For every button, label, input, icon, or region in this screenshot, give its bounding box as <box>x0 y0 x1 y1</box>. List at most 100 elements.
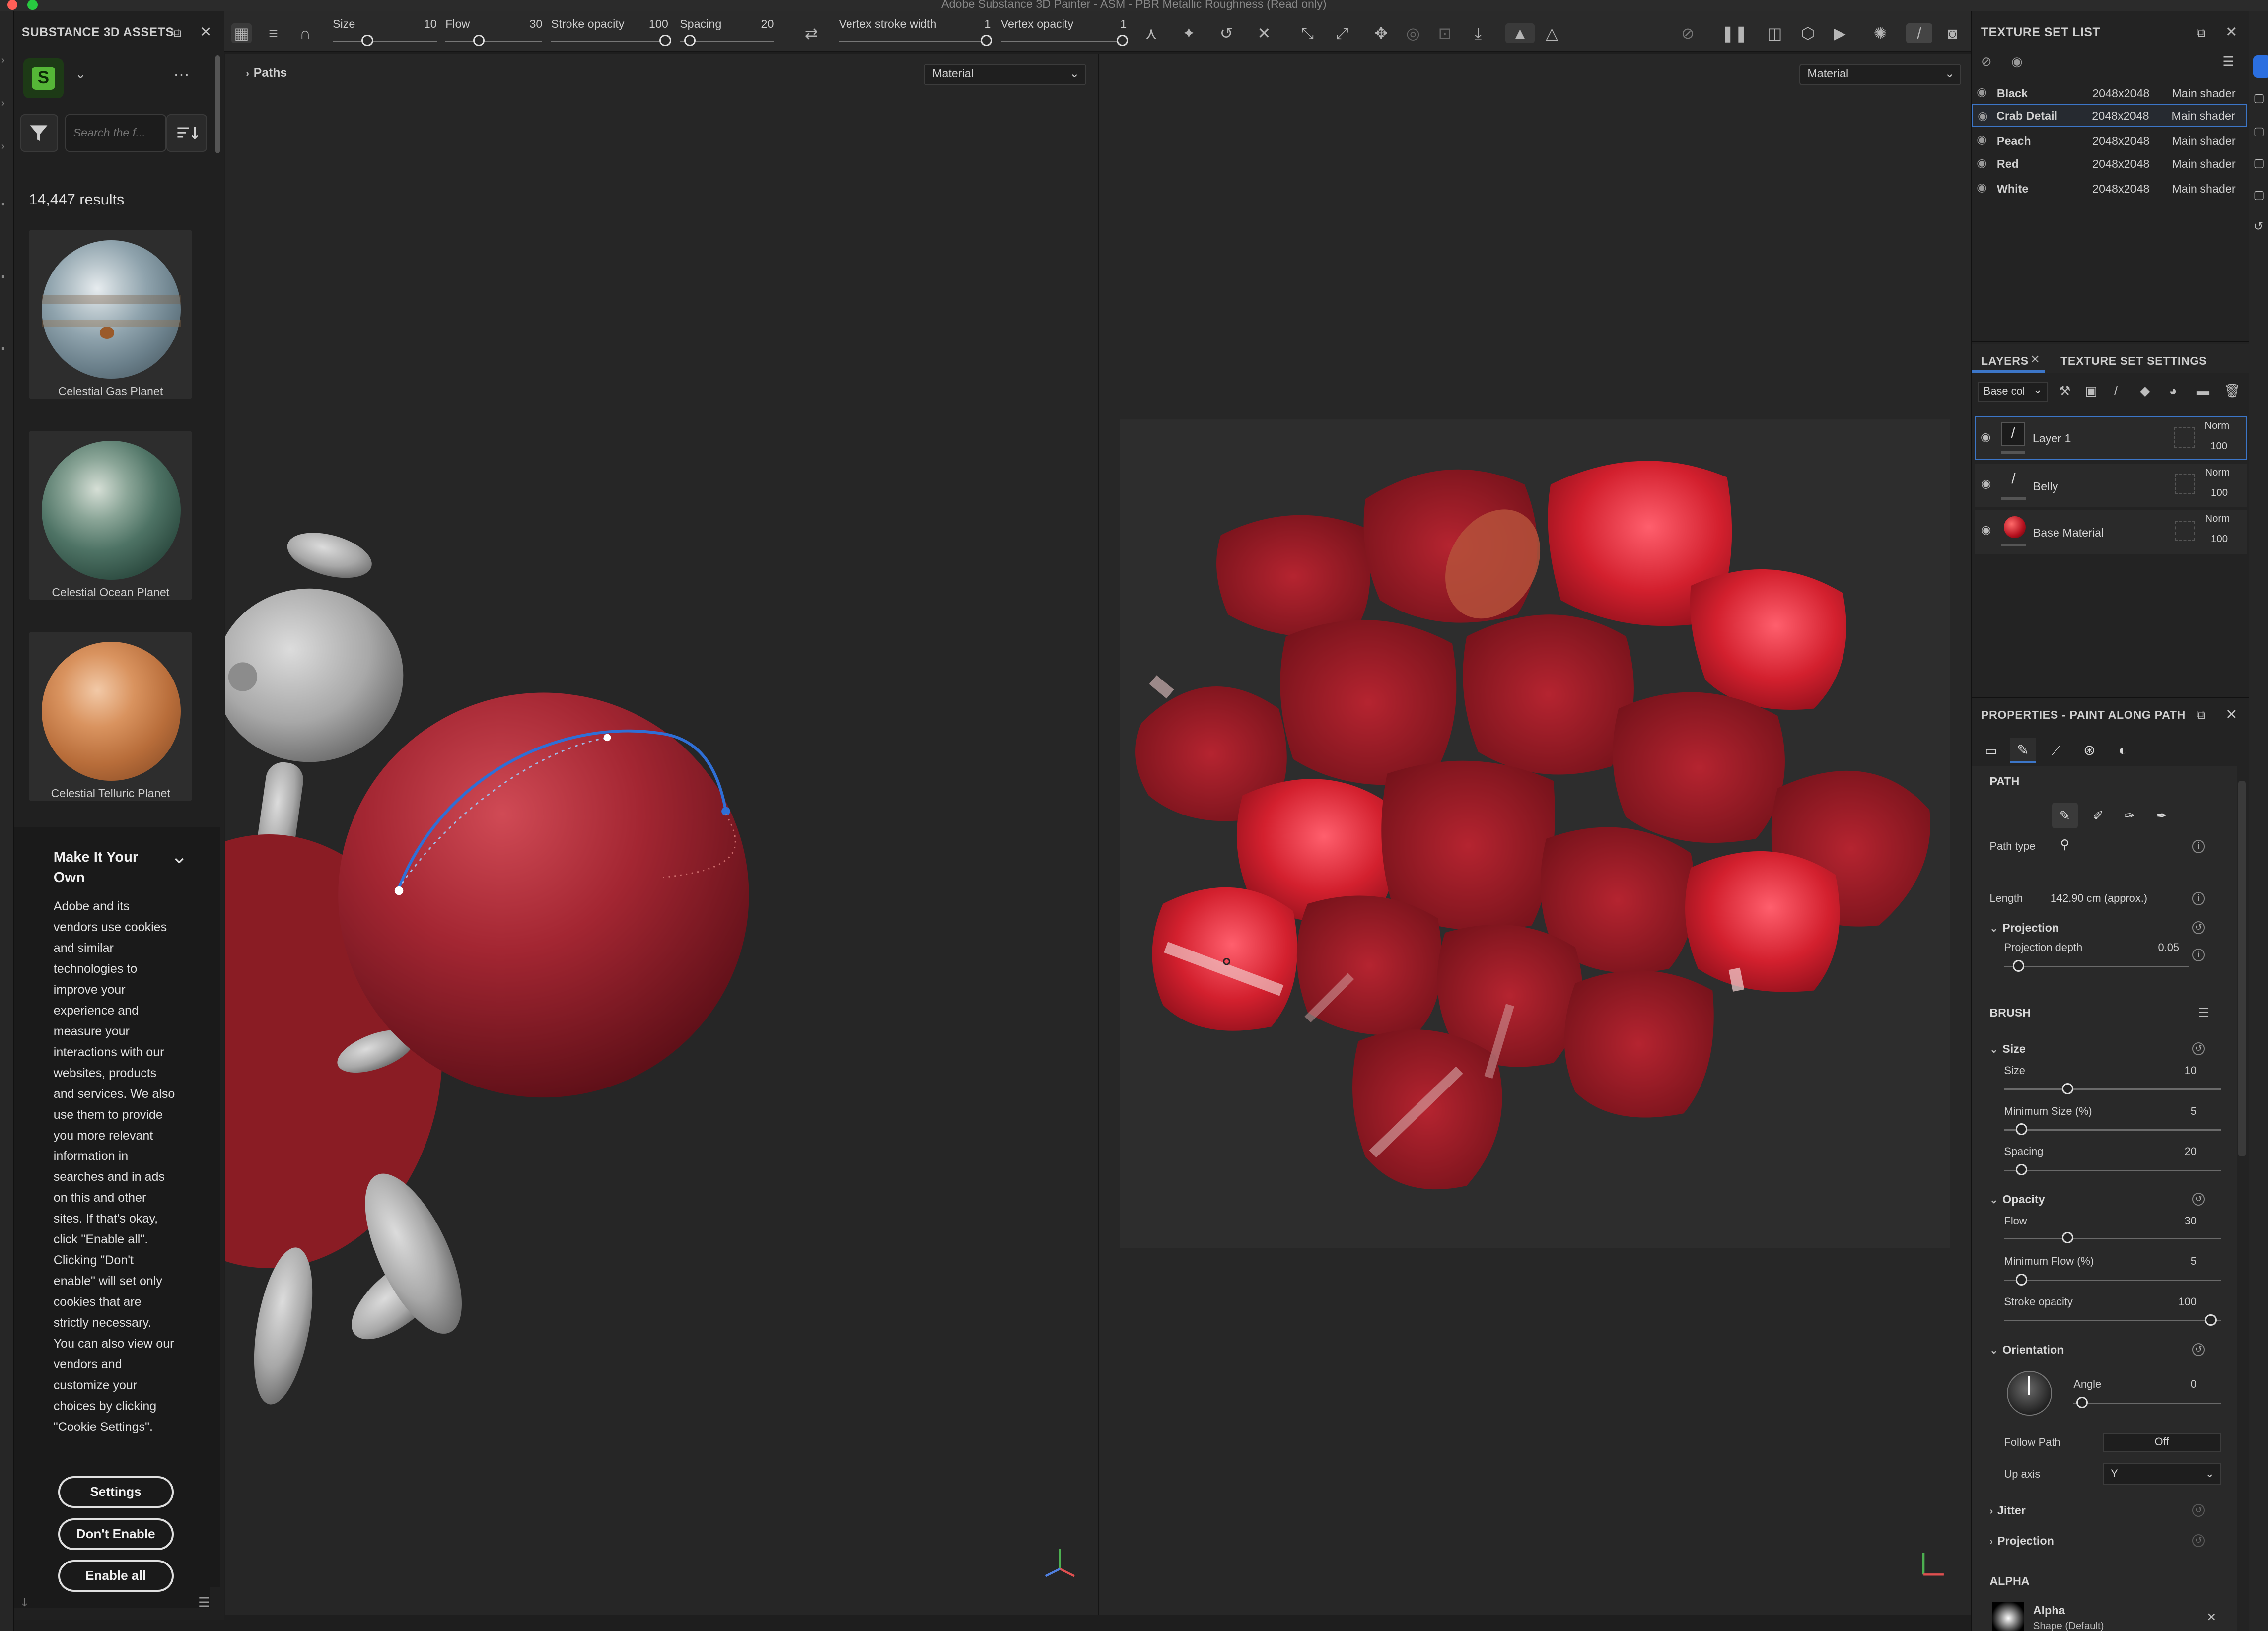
add-folder-icon[interactable]: ▬ <box>2197 383 2209 399</box>
hide-icon[interactable]: ⊘ <box>1981 54 1992 69</box>
alpha-thumbnail[interactable] <box>1992 1602 2025 1631</box>
brush-tab-icon[interactable]: ✎ <box>2010 737 2036 764</box>
magnet-icon[interactable]: ∩ <box>295 23 315 44</box>
layer-row[interactable]: ◉ / Belly Norm 100 <box>1975 464 2247 508</box>
chevron-icon[interactable]: › <box>1 141 11 151</box>
texture-set-row[interactable]: ◉ Red 2048x2048 Main shader <box>1972 152 2247 175</box>
texture-set-row[interactable]: ◉ White 2048x2048 Main shader <box>1972 176 2247 200</box>
texture-set-row-selected[interactable]: ◉ Crab Detail 2048x2048 Main shader <box>1972 104 2247 128</box>
viewport-2d[interactable]: Material ⌄ <box>1099 53 1972 1615</box>
orientation-group[interactable]: ⌄ Orientation <box>1989 1343 2064 1357</box>
reset-icon[interactable]: ↺ <box>2192 1042 2205 1056</box>
follow-path-toggle[interactable]: Off <box>2102 1432 2221 1452</box>
dont-enable-button[interactable]: Don't Enable <box>58 1518 174 1550</box>
reset-icon[interactable]: ↺ <box>2192 1503 2205 1517</box>
blend-mode[interactable]: Norm <box>2205 467 2230 478</box>
tool-properties-icon[interactable]: ▭ <box>1978 738 2004 763</box>
size-slider-handle[interactable] <box>2062 1083 2074 1095</box>
menu-icon[interactable]: ☰ <box>2222 54 2234 69</box>
layer-opacity[interactable]: 100 <box>2211 534 2228 545</box>
flow-slider[interactable] <box>2004 1237 2221 1239</box>
add-fill-layer-icon[interactable]: ◆ <box>2140 383 2150 399</box>
flow-slider-handle[interactable] <box>473 34 485 47</box>
eye-icon[interactable]: ◉ <box>1977 133 1986 146</box>
pause-icon[interactable]: ❚❚ <box>1721 23 1748 44</box>
close-window-button[interactable] <box>7 0 17 10</box>
reset-icon[interactable]: ↺ <box>2192 1534 2205 1547</box>
path-cut-icon[interactable]: ✕ <box>1254 23 1275 44</box>
angle-handle[interactable] <box>2076 1396 2088 1409</box>
min-size-slider[interactable] <box>2004 1129 2221 1131</box>
path-type-smudge-icon[interactable]: ✒ <box>2149 803 2175 828</box>
swap-icon[interactable]: ⇄ <box>801 23 822 44</box>
eye-icon[interactable]: ◉ <box>1977 85 1986 99</box>
path-type-clone-icon[interactable]: ⚲ <box>2052 831 2078 857</box>
texture-set-row[interactable]: ◉ Black 2048x2048 Main shader <box>1972 81 2247 104</box>
min-flow-handle[interactable] <box>2015 1274 2028 1286</box>
opacity-group[interactable]: ⌄ Opacity <box>1989 1193 2045 1206</box>
undock-icon[interactable]: ⧉ <box>2197 707 2206 723</box>
info-icon[interactable]: i <box>2192 948 2205 962</box>
projection-depth-slider[interactable] <box>2004 965 2190 967</box>
flow-handle[interactable] <box>2062 1231 2074 1244</box>
info-icon[interactable]: i <box>2192 840 2205 853</box>
zoom-window-button[interactable] <box>27 0 38 10</box>
split-view-icon[interactable]: ◫ <box>1765 23 1785 44</box>
download-icon[interactable]: ⤓ <box>22 1595 28 1611</box>
stroke-opacity-slider-handle[interactable] <box>659 34 671 47</box>
spacing-slider[interactable] <box>2004 1169 2221 1171</box>
delete-icon[interactable]: 🗑 <box>2224 383 2240 399</box>
filter-button[interactable] <box>20 114 58 152</box>
blend-mode[interactable]: Norm <box>2204 420 2229 432</box>
viewport-3d[interactable]: › Paths Material ⌄ <box>225 53 1098 1615</box>
size-slider[interactable] <box>2004 1088 2221 1090</box>
flow-slider[interactable] <box>445 40 543 42</box>
stroke-opacity-handle[interactable] <box>2205 1314 2217 1326</box>
undock-icon[interactable]: ⧉ <box>2197 25 2206 41</box>
transform-alt-icon[interactable]: ⤢ <box>1332 23 1352 44</box>
vertex-opacity-slider[interactable] <box>1000 40 1127 42</box>
close-icon[interactable]: ✕ <box>2206 1611 2216 1624</box>
eye-icon[interactable]: ◉ <box>2011 54 2023 69</box>
scrollbar[interactable] <box>215 55 220 153</box>
tab-texture-set-settings[interactable]: TEXTURE SET SETTINGS <box>2060 354 2207 368</box>
properties-scrollbar[interactable] <box>2238 781 2246 1157</box>
min-size-handle[interactable] <box>2015 1123 2028 1135</box>
tab-layers[interactable]: LAYERS <box>1981 354 2029 368</box>
layer-opacity[interactable]: 100 <box>2210 441 2227 452</box>
dock-icon[interactable]: ▢ <box>2253 125 2264 138</box>
asset-card[interactable]: Celestial Gas Planet <box>29 230 193 399</box>
mask-slot[interactable] <box>2175 520 2195 541</box>
dock-icon[interactable]: ▢ <box>2253 188 2264 202</box>
vertex-opacity-handle[interactable] <box>1116 34 1129 47</box>
projection-group[interactable]: ⌄ Projection <box>1989 921 2059 935</box>
angle-dial[interactable] <box>2007 1370 2052 1416</box>
info-icon[interactable]: i <box>2192 892 2205 905</box>
menu-icon[interactable]: ☰ <box>198 1595 210 1610</box>
cookie-settings-button[interactable]: Settings <box>58 1476 174 1508</box>
add-paint-layer-icon[interactable]: / <box>2114 383 2118 399</box>
close-icon[interactable]: ✕ <box>2225 706 2237 723</box>
stroke-opacity-slider[interactable] <box>551 40 668 42</box>
eye-icon[interactable]: ◉ <box>1977 156 1986 170</box>
reset-icon[interactable]: ↺ <box>2192 921 2205 934</box>
stencil-tab-icon[interactable]: ⊛ <box>2076 738 2102 763</box>
add-smart-material-icon[interactable]: ◕ <box>2169 383 2177 399</box>
dock-icon[interactable]: ▢ <box>2253 156 2264 170</box>
dock-icon[interactable]: ▢ <box>2253 91 2264 105</box>
search-input[interactable] <box>65 114 166 152</box>
eye-icon[interactable]: ◉ <box>1981 477 1991 490</box>
eye-icon[interactable]: ◉ <box>1981 430 1990 444</box>
size-slider-handle[interactable] <box>361 34 373 47</box>
spacing-handle[interactable] <box>2015 1163 2028 1176</box>
size-group[interactable]: ⌄ Size <box>1989 1042 2025 1056</box>
paint-mode-icon[interactable]: ▦ <box>231 23 252 44</box>
path-curve-icon[interactable]: ↺ <box>1216 23 1237 44</box>
vertex-stroke-width-handle[interactable] <box>980 34 992 47</box>
eye-icon[interactable]: ◉ <box>1977 181 1986 194</box>
stroke-opacity-slider[interactable] <box>2004 1320 2221 1322</box>
angle-slider[interactable] <box>2073 1402 2221 1404</box>
layer-row[interactable]: ◉ Base Material Norm 100 <box>1975 510 2247 554</box>
path-add-icon[interactable]: ✦ <box>1179 23 1199 44</box>
light-icon[interactable]: ✺ <box>1870 23 1890 44</box>
